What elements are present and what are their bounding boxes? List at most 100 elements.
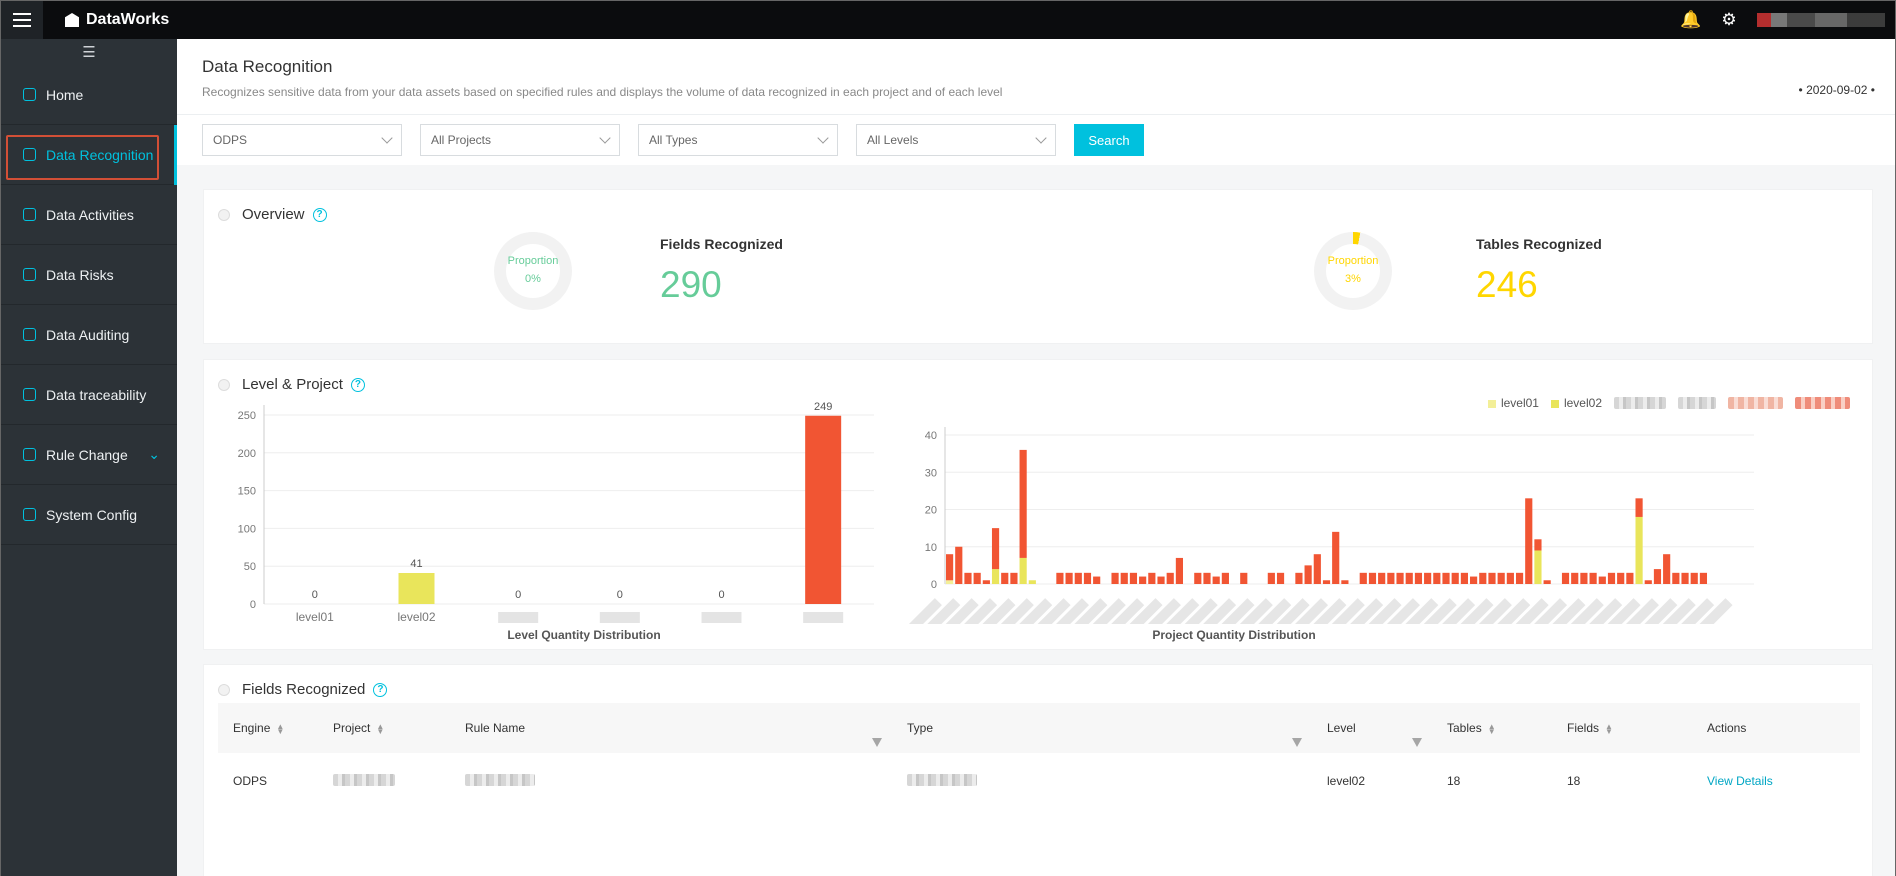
column-tables[interactable]: Tables ▲ ▼: [1432, 721, 1552, 735]
bar-segment[interactable]: [1598, 576, 1606, 584]
sidebar-item-data-auditing[interactable]: Data Auditing: [1, 305, 177, 365]
bar-segment[interactable]: [1635, 498, 1643, 517]
bar-segment[interactable]: [1083, 572, 1092, 584]
bar-segment[interactable]: [1635, 516, 1643, 584]
bar-segment[interactable]: [1378, 572, 1386, 584]
column-project[interactable]: Project ▲ ▼: [318, 721, 450, 735]
column-level[interactable]: Level: [1312, 721, 1432, 747]
bar-segment[interactable]: [1203, 572, 1211, 584]
sidebar-item-data-traceability[interactable]: Data traceability: [1, 365, 177, 425]
bar-segment[interactable]: [1194, 572, 1202, 584]
bar-segment[interactable]: [1672, 572, 1680, 584]
sidebar-item-rule-change[interactable]: Rule Change ⌄: [1, 425, 177, 485]
bar-segment[interactable]: [1240, 572, 1248, 584]
bar-segment[interactable]: [1129, 572, 1138, 584]
bar-segment[interactable]: [1276, 572, 1285, 584]
bar-segment[interactable]: [1534, 550, 1542, 584]
bar-segment[interactable]: [1653, 569, 1662, 584]
bar-segment[interactable]: [1019, 449, 1027, 558]
bar-segment[interactable]: [1525, 498, 1533, 584]
bar-segment[interactable]: [973, 572, 981, 584]
filter-icon[interactable]: [872, 738, 882, 747]
bar-segment[interactable]: [1442, 572, 1450, 584]
hamburger-menu-icon[interactable]: [1, 1, 43, 39]
bar-segment[interactable]: [1139, 576, 1147, 584]
sidebar-item-data-recognition[interactable]: Data Recognition: [1, 125, 177, 185]
bar-segment[interactable]: [1019, 557, 1027, 584]
engine-select[interactable]: ODPS: [202, 124, 402, 156]
bar-segment[interactable]: [991, 528, 1000, 570]
sort-icon[interactable]: ▲ ▼: [1605, 722, 1613, 735]
bar-segment[interactable]: [1470, 576, 1478, 584]
sidebar-item-data-activities[interactable]: Data Activities: [1, 185, 177, 245]
view-details-link[interactable]: View Details: [1692, 774, 1812, 788]
search-button[interactable]: Search: [1074, 124, 1144, 156]
bar-segment[interactable]: [1093, 576, 1101, 584]
bar-6[interactable]: [805, 415, 842, 604]
help-icon[interactable]: ?: [312, 207, 327, 222]
filter-icon[interactable]: [1412, 738, 1422, 747]
bar-segment[interactable]: [946, 554, 954, 581]
bar-segment[interactable]: [1148, 572, 1156, 584]
bar-segment[interactable]: [1663, 554, 1671, 584]
bar-segment[interactable]: [1120, 572, 1128, 584]
column-engine[interactable]: Engine ▲ ▼: [218, 721, 318, 735]
bar-segment[interactable]: [1690, 572, 1698, 584]
bar-segment[interactable]: [1341, 580, 1349, 584]
bar-segment[interactable]: [1497, 572, 1505, 584]
bar-segment[interactable]: [1617, 572, 1625, 584]
bar-segment[interactable]: [1028, 580, 1036, 584]
bar-segment[interactable]: [1221, 572, 1229, 584]
bell-icon[interactable]: 🔔: [1680, 10, 1701, 30]
bar-segment[interactable]: [1157, 576, 1165, 584]
tools-icon[interactable]: ⚙: [1719, 10, 1739, 30]
bar-segment[interactable]: [946, 580, 954, 584]
bar-segment[interactable]: [1433, 572, 1441, 584]
bar-segment[interactable]: [1175, 557, 1184, 584]
bar-segment[interactable]: [1451, 572, 1459, 584]
sidebar-item-data-risks[interactable]: Data Risks: [1, 245, 177, 305]
bar-segment[interactable]: [1607, 572, 1616, 584]
bar-segment[interactable]: [1332, 531, 1340, 584]
bar-segment[interactable]: [1396, 572, 1404, 584]
app-logo[interactable]: DataWorks: [65, 11, 169, 29]
bar-segment[interactable]: [955, 546, 963, 584]
help-icon[interactable]: ?: [373, 682, 388, 697]
bar-segment[interactable]: [1065, 572, 1073, 584]
bar-segment[interactable]: [1001, 572, 1009, 584]
bar-segment[interactable]: [1543, 580, 1551, 584]
bar-segment[interactable]: [1681, 572, 1689, 584]
bar-segment[interactable]: [1561, 572, 1570, 584]
bar-segment[interactable]: [1414, 572, 1423, 584]
bar-segment[interactable]: [1368, 572, 1377, 584]
sidebar-item-home[interactable]: Home: [1, 65, 177, 125]
bar-segment[interactable]: [1267, 572, 1275, 584]
bar-segment[interactable]: [1010, 572, 1018, 584]
bar-segment[interactable]: [964, 572, 972, 584]
bar-segment[interactable]: [1488, 572, 1496, 584]
bar-segment[interactable]: [1295, 572, 1303, 584]
bar-segment[interactable]: [1166, 572, 1174, 584]
sidebar-item-system-config[interactable]: System Config: [1, 485, 177, 545]
type-select[interactable]: All Types: [638, 124, 838, 156]
filter-icon[interactable]: [1292, 738, 1302, 747]
sort-icon[interactable]: ▲ ▼: [376, 722, 384, 735]
bar-segment[interactable]: [1111, 572, 1119, 584]
user-account-redacted[interactable]: [1757, 13, 1885, 27]
bar-2[interactable]: [398, 573, 435, 604]
bar-segment[interactable]: [1626, 572, 1634, 584]
bar-segment[interactable]: [1589, 572, 1597, 584]
bar-segment[interactable]: [1506, 572, 1514, 584]
bar-segment[interactable]: [1644, 580, 1652, 584]
date-picker[interactable]: • 2020-09-02 •: [1799, 83, 1875, 97]
bar-segment[interactable]: [1304, 565, 1312, 584]
bar-segment[interactable]: [1460, 572, 1468, 584]
bar-segment[interactable]: [1056, 572, 1064, 584]
bar-segment[interactable]: [1515, 572, 1524, 584]
bar-segment[interactable]: [1405, 572, 1413, 584]
sort-icon[interactable]: ▲ ▼: [1488, 722, 1496, 735]
sort-icon[interactable]: ▲ ▼: [276, 722, 284, 735]
column-type[interactable]: Type: [892, 721, 1312, 747]
column-rule-name[interactable]: Rule Name: [450, 721, 892, 747]
bar-segment[interactable]: [1424, 572, 1432, 584]
